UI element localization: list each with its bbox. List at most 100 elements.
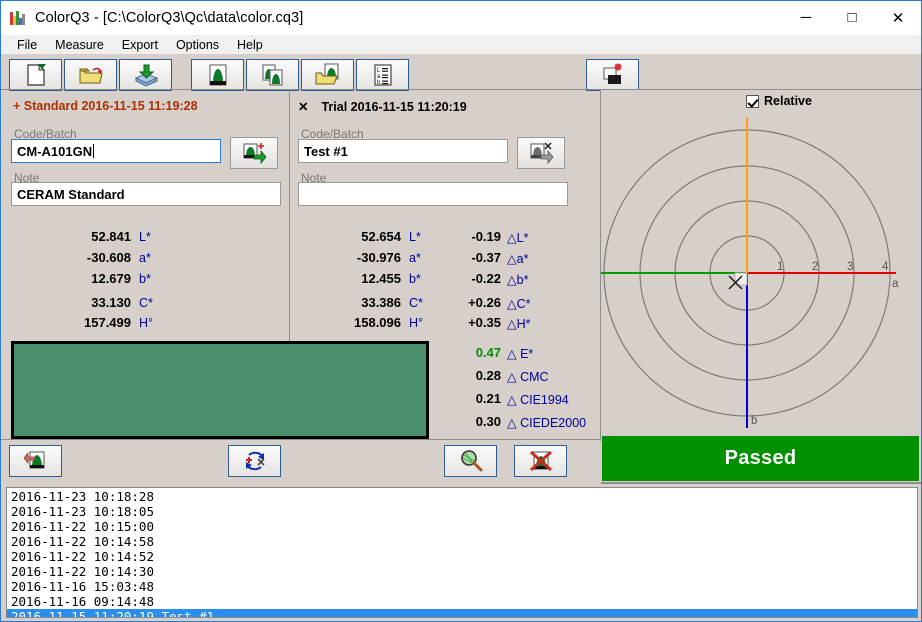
standard-title-text: Standard 2016-11-15 11:19:28 xyxy=(23,99,198,113)
maximize-button[interactable]: □ xyxy=(829,1,875,34)
standard-b-label: b* xyxy=(139,272,151,286)
list-item[interactable]: 2016-11-22 10:14:58 xyxy=(7,534,917,549)
open-sample-button[interactable] xyxy=(301,59,354,91)
trial-note-input[interactable] xyxy=(298,182,568,206)
trial-code-input[interactable]: Test #1 xyxy=(298,139,508,163)
standard-L-label: L* xyxy=(139,230,151,244)
delta-L-label: △L* xyxy=(507,231,529,245)
close-button[interactable]: ✕ xyxy=(875,1,921,34)
add-standard-button[interactable] xyxy=(230,137,278,169)
instrument-status-button[interactable] xyxy=(586,59,639,91)
measurement-log-list[interactable]: 2016-11-23 10:18:28 2016-11-23 10:18:05 … xyxy=(6,487,918,618)
new-document-icon xyxy=(24,63,48,87)
menu-item-export[interactable]: Export xyxy=(114,36,166,54)
open-file-button[interactable] xyxy=(64,59,117,91)
window-controls: ─ □ ✕ xyxy=(783,1,921,35)
standard-a-label: a* xyxy=(139,251,151,265)
trial-code-value: Test #1 xyxy=(304,143,348,159)
trial-L-value: 52.654 xyxy=(361,229,401,244)
standard-C-value: 33.130 xyxy=(91,295,131,310)
trial-b-label: b* xyxy=(409,272,421,286)
menu-item-help[interactable]: Help xyxy=(229,36,271,54)
delete-sample-icon xyxy=(528,449,554,473)
instrument-icon xyxy=(601,63,625,87)
swap-standard-trial-button[interactable] xyxy=(228,445,281,477)
reload-standard-button[interactable] xyxy=(9,445,62,477)
title-bar: ColorQ3 - [C:\ColorQ3\Qc\data\color.cq3]… xyxy=(1,1,921,35)
standard-b-value: 12.679 xyxy=(91,271,131,286)
delete-trial-button[interactable] xyxy=(517,137,565,169)
list-item-selected[interactable]: 2016-11-15 11:20:19 Test #1 xyxy=(7,609,917,617)
delta-E-value: 0.47 xyxy=(475,345,501,360)
status-badge-text: Passed xyxy=(724,447,797,469)
delta-E-label: △ E* xyxy=(507,347,534,361)
tick-label-2: 2 xyxy=(812,261,819,273)
menu-item-measure[interactable]: Measure xyxy=(47,36,112,54)
open-sample-folder-icon xyxy=(314,63,342,87)
delta-a-label: △a* xyxy=(507,252,529,266)
tick-label-1: 1 xyxy=(777,261,784,273)
tick-label-4: 4 xyxy=(882,261,889,273)
save-file-button[interactable] xyxy=(119,59,172,91)
trial-H-label: H° xyxy=(409,316,424,330)
standard-H-label: H° xyxy=(139,316,154,330)
axis-label-b: b xyxy=(751,415,758,427)
window-title: ColorQ3 - [C:\ColorQ3\Qc\data\color.cq3] xyxy=(35,10,304,26)
delta-C-value: +0.26 xyxy=(468,295,501,310)
delta-cmc-label: △ CMC xyxy=(507,370,549,384)
trial-L-label: L* xyxy=(409,230,421,244)
polar-chart-svg xyxy=(601,118,896,428)
trial-a-value: -30.976 xyxy=(356,250,401,265)
delete-trial-icon xyxy=(528,142,554,164)
list-item[interactable]: 2016-11-22 10:14:30 xyxy=(7,564,917,579)
tick-label-3: 3 xyxy=(847,261,854,273)
menu-item-options[interactable]: Options xyxy=(168,36,227,54)
trial-title-text: Trial 2016-11-15 11:20:19 xyxy=(321,100,467,114)
reload-standard-icon xyxy=(22,449,49,473)
trial-C-value: 33.386 xyxy=(361,295,401,310)
delta-cie1994-value: 0.21 xyxy=(475,391,501,406)
save-to-disk-icon xyxy=(133,63,159,87)
measure-standard-button[interactable] xyxy=(191,59,244,91)
color-difference-plot: Relative 1 2 3 4 a b xyxy=(601,90,921,434)
delta-cie1994-label: △ CIE1994 xyxy=(507,393,569,407)
trial-b-value: 12.455 xyxy=(361,271,401,286)
magnifier-icon xyxy=(458,449,484,473)
list-item[interactable]: 2016-11-22 10:14:52 xyxy=(7,549,917,564)
menu-item-file[interactable]: File xyxy=(9,36,45,54)
standard-note-input[interactable]: CERAM Standard xyxy=(11,182,281,206)
trial-marker: ✕ xyxy=(298,100,309,114)
colorq3-app-icon xyxy=(10,10,26,26)
standard-a-value: -30.608 xyxy=(86,250,131,265)
delta-b-value: -0.22 xyxy=(471,271,501,286)
measure-standard-icon xyxy=(205,63,231,87)
bottom-toolbar: Test xyxy=(1,441,601,485)
main-toolbar: L a b 07:53 CIE-L*ab xyxy=(1,54,921,133)
trial-panel-title: ✕ Trial 2016-11-15 11:20:19 xyxy=(298,99,467,114)
list-item[interactable]: 2016-11-16 15:03:48 xyxy=(7,579,917,594)
axis-label-a: a xyxy=(892,278,899,290)
search-button[interactable] xyxy=(444,445,497,477)
delta-H-label: △H* xyxy=(507,317,531,331)
minimize-button[interactable]: ─ xyxy=(783,1,829,34)
list-item[interactable]: 2016-11-16 09:14:48 xyxy=(7,594,917,609)
new-document-button[interactable] xyxy=(9,59,62,91)
list-item[interactable]: 2016-11-22 10:15:00 xyxy=(7,519,917,534)
measure-trial-button[interactable] xyxy=(246,59,299,91)
delta-b-label: △b* xyxy=(507,273,529,287)
delta-ciede2000-value: 0.30 xyxy=(475,414,501,429)
list-item[interactable]: 2016-11-23 10:18:28 xyxy=(7,489,917,504)
delta-H-value: +0.35 xyxy=(468,315,501,330)
list-item[interactable]: 2016-11-23 10:18:05 xyxy=(7,504,917,519)
standard-H-value: 157.499 xyxy=(84,315,131,330)
standard-panel-title: + Standard 2016-11-15 11:19:28 xyxy=(13,99,198,113)
menu-bar: File Measure Export Options Help xyxy=(1,35,921,54)
colorq3-window: ColorQ3 - [C:\ColorQ3\Qc\data\color.cq3]… xyxy=(0,0,922,622)
color-swatch xyxy=(11,341,429,439)
swap-icon xyxy=(242,449,268,473)
delete-sample-button[interactable] xyxy=(514,445,567,477)
list-view-button[interactable]: L a b xyxy=(356,59,409,91)
standard-code-input[interactable]: CM-A101GN xyxy=(11,139,221,163)
trial-C-label: C* xyxy=(409,296,423,310)
standard-code-value: CM-A101GN xyxy=(17,143,93,159)
